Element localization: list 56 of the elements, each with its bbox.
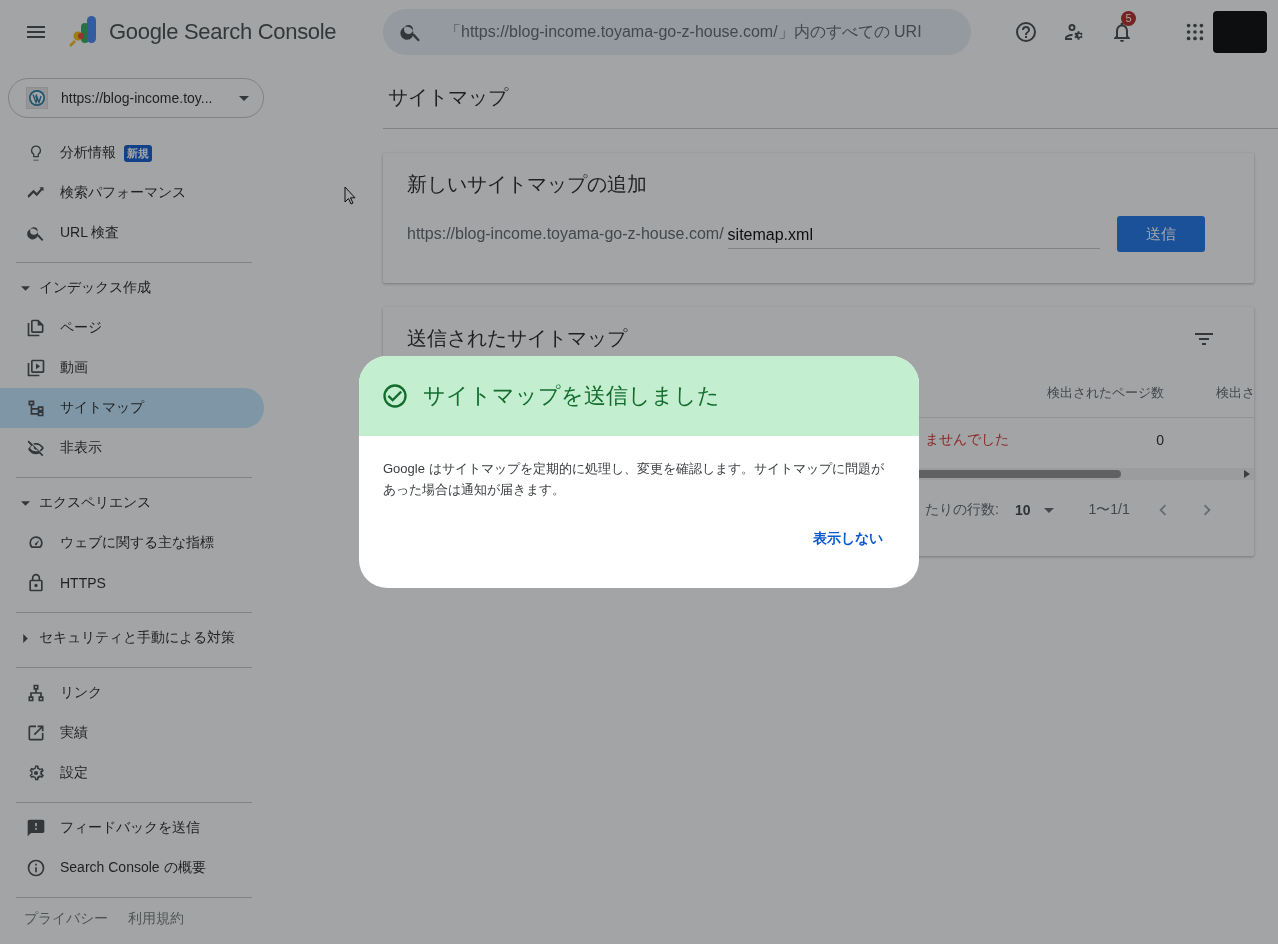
rows-per-page-select[interactable]: 10 <box>1014 502 1055 518</box>
dismiss-button[interactable]: 表示しない <box>801 522 895 556</box>
sitemap-icon <box>26 398 46 418</box>
hidden-eye-icon <box>26 438 46 458</box>
property-selector[interactable]: https://blog-income.toy... <box>8 78 264 118</box>
search-field[interactable]: 「https://blog-income.toyama-go-z-house.com/」内のすべての URI <box>383 9 971 55</box>
nav-item[interactable]: ウェブに関する主な指標 <box>0 523 264 563</box>
network-icon <box>26 683 46 703</box>
table-cell-text: 0 <box>1155 432 1164 448</box>
menu-icon[interactable] <box>27 26 45 38</box>
lock-icon <box>26 573 46 593</box>
nav-item[interactable]: 分析情報 新規 <box>0 133 264 173</box>
scroll-right-icon[interactable] <box>1244 470 1250 478</box>
caret-icon <box>21 285 30 291</box>
nav-item[interactable]: フィードバックを送信 <box>0 808 264 848</box>
nav-item[interactable]: 設定 <box>0 753 264 793</box>
column-header: 検出されたページ数 <box>1046 383 1164 402</box>
nav-item[interactable]: 非表示 <box>0 428 264 468</box>
nav-item[interactable]: 検索パフォーマンス <box>0 173 264 213</box>
dialog-title: サイトマップを送信しました <box>423 382 720 410</box>
column-header: 検出さ <box>1215 383 1254 402</box>
video-icon <box>26 358 46 378</box>
external-link-icon <box>26 723 46 743</box>
nav-item[interactable]: ページ <box>0 308 264 348</box>
caret-icon <box>21 500 30 506</box>
nav-item[interactable]: URL 検査 <box>0 213 264 253</box>
nav-item[interactable]: 実績 <box>0 713 264 753</box>
url-prefix: https://blog-income.toyama-go-z-house.com/ <box>407 225 724 243</box>
table-cell-text: ませんでした <box>925 431 1010 449</box>
info-icon <box>26 858 46 878</box>
pointer-icon <box>344 186 356 205</box>
page-title: サイトマップ <box>387 85 510 110</box>
card-title: 新しいサイトマップの追加 <box>407 172 648 197</box>
nav-item[interactable]: Search Console の概要 <box>0 848 264 888</box>
help-icon[interactable] <box>1014 20 1038 44</box>
section-header[interactable]: セキュリティと手動による対策 <box>0 618 264 658</box>
page-range: 1〜1/1 <box>1088 501 1130 519</box>
submit-button[interactable]: 送信 <box>1116 216 1205 252</box>
nav-item[interactable]: サイトマップ <box>0 388 264 428</box>
nav-item[interactable]: リンク <box>0 673 264 713</box>
new-badge: 新規 <box>124 144 152 162</box>
wordpress-icon <box>26 87 48 109</box>
notification-count: 5 <box>1121 11 1136 26</box>
caret-icon <box>23 633 28 643</box>
pages-icon <box>26 318 46 338</box>
caret-icon <box>239 95 249 101</box>
section-header[interactable]: エクスペリエンス <box>0 483 264 523</box>
nav-item[interactable]: HTTPS <box>0 563 264 603</box>
product-name: Google Search Console <box>109 19 337 45</box>
caret-icon <box>1044 507 1055 513</box>
section-header[interactable]: インデックス作成 <box>0 268 264 308</box>
nav-item[interactable]: 動画 <box>0 348 264 388</box>
feedback-icon <box>26 818 46 838</box>
card-title: 送信されたサイトマップ <box>407 326 627 351</box>
dialog-message: Google はサイトマップを定期的に処理し、変更を確認します。サイトマップに問題があった場合は通知が届きます。 <box>383 460 885 499</box>
rows-per-page-label: たりの行数: <box>925 501 999 519</box>
